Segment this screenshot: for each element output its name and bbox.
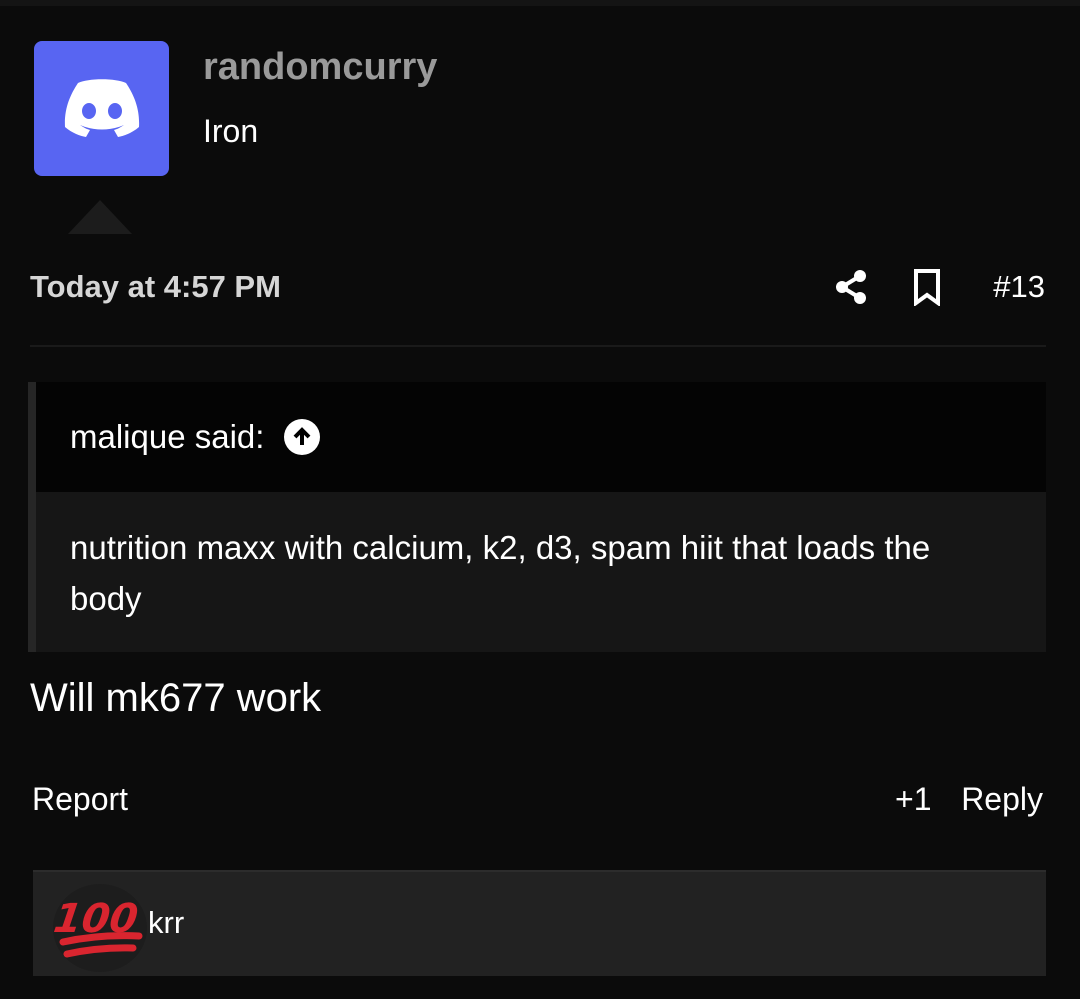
quote-jump-button[interactable] xyxy=(284,419,321,455)
post-author-title: Iron xyxy=(203,113,259,149)
react-button[interactable]: +1 xyxy=(895,781,931,818)
reply-button[interactable]: Reply xyxy=(961,781,1043,818)
post-body-text: Will mk677 work xyxy=(30,676,322,720)
bookmark-icon xyxy=(914,269,940,307)
quote-text: nutrition maxx with calcium, k2, d3, spa… xyxy=(70,529,931,617)
report-button[interactable]: Report xyxy=(32,781,128,818)
post-number-link[interactable]: #13 xyxy=(993,269,1045,305)
hundred-points-icon: 100 xyxy=(51,884,147,972)
message-pointer xyxy=(68,200,132,234)
reactions-bar[interactable]: 100 krr xyxy=(33,870,1046,976)
share-button[interactable] xyxy=(832,268,870,306)
arrow-up-circle-icon xyxy=(294,427,311,445)
top-border xyxy=(0,0,1080,6)
post-timestamp[interactable]: Today at 4:57 PM xyxy=(30,269,281,305)
quote-author-label[interactable]: malique said: xyxy=(70,418,264,456)
quote-block: malique said: nutrition maxx with calciu… xyxy=(28,382,1046,652)
quote-header: malique said: xyxy=(36,382,1046,492)
header-divider xyxy=(30,345,1046,347)
bookmark-button[interactable] xyxy=(910,268,944,307)
share-icon xyxy=(836,270,866,304)
post-author-username[interactable]: randomcurry xyxy=(203,46,437,89)
user-avatar[interactable] xyxy=(34,41,169,176)
discord-logo-icon xyxy=(64,78,139,137)
reaction-users[interactable]: krr xyxy=(148,905,184,941)
